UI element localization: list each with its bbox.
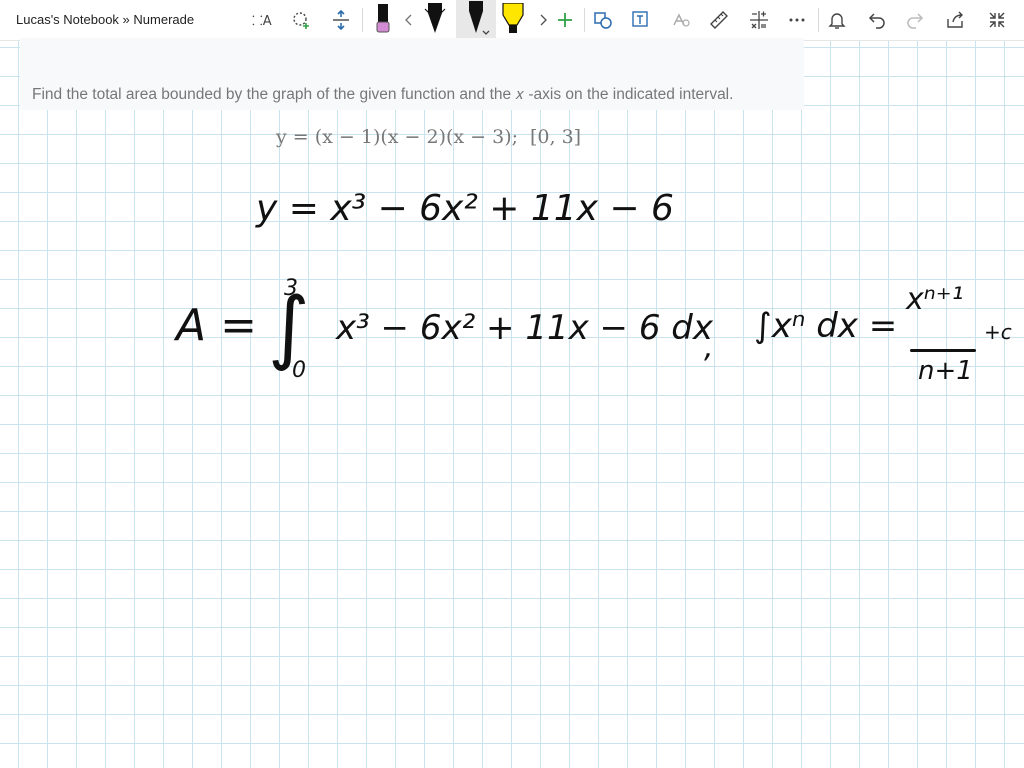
math-icon[interactable] [744,6,774,34]
ink-to-math-icon[interactable] [666,6,696,34]
ink-power-rule-left: ∫xⁿ dx = [754,306,898,346]
add-space-icon[interactable] [326,6,356,34]
ink-to-shape-icon[interactable] [588,6,618,34]
share-icon[interactable] [940,6,970,34]
lasso-add-icon[interactable] [286,6,316,34]
question-interval: [0, 3] [530,126,582,148]
question-text: Find the total area bounded by the graph… [32,86,734,103]
window-title: Lucas's Notebook » Numerade [16,12,195,27]
ink-integral-upper-limit: 3 [284,276,298,301]
undo-icon[interactable] [862,6,892,34]
fullscreen-icon[interactable] [982,6,1012,34]
ink-power-rule-constant: +c [984,320,1012,344]
ink-fraction-bar [910,349,976,352]
notifications-icon[interactable] [822,6,852,34]
more-icon[interactable] [782,6,812,34]
notebook-canvas[interactable] [0,41,1024,768]
ink-area-label: A = [176,300,257,351]
svg-text:⸬A: ⸬A [252,14,272,29]
lasso-text-icon[interactable]: ⸬A [246,6,276,34]
ink-power-rule-denominator: n+1 [918,356,973,386]
title-bar: Lucas's Notebook » Numerade ⸬A [0,0,1024,41]
ink-polynomial-expansion: y = x³ − 6x² + 11x − 6 [256,188,674,229]
ruler-icon[interactable] [704,6,734,34]
pen-black-selected-icon[interactable] [456,0,496,40]
ink-power-rule-numerator: xⁿ⁺¹ [906,282,964,317]
redo-icon[interactable] [900,6,930,34]
question-formula: y = (x − 1)(x − 2)(x − 3); [276,126,519,148]
pen-black-icon[interactable] [420,3,450,34]
ink-comma: , [704,330,714,365]
highlighter-yellow-icon[interactable] [498,3,528,34]
ink-integrand: x³ − 6x² + 11x − 6 dx [336,308,713,348]
ink-integral-lower-limit: 0 [292,358,306,383]
add-pen-icon[interactable] [550,6,580,34]
ink-to-text-icon[interactable] [626,6,656,34]
